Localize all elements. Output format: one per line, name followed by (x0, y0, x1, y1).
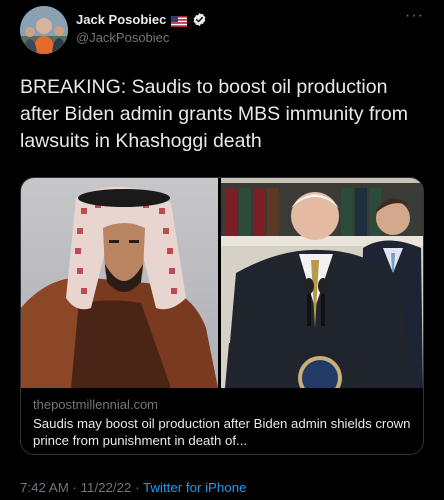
meta-separator: · (135, 480, 140, 495)
display-name[interactable]: Jack Posobiec (76, 12, 166, 27)
us-flag-icon (171, 14, 188, 27)
tweet-time[interactable]: 7:42 AM (20, 480, 69, 495)
link-card[interactable]: thepostmillennial.com Saudis may boost o… (20, 177, 424, 455)
tweet-metadata: 7:42 AM · 11/22/22 · Twitter for iPhone (20, 480, 247, 495)
card-image-right (221, 178, 423, 388)
avatar[interactable] (20, 6, 68, 54)
verified-badge-icon (192, 12, 207, 27)
card-title: Saudis may boost oil production after Bi… (33, 416, 411, 448)
tweet-header: Jack Posobiec @JackPosobiec ··· (20, 6, 424, 58)
tweet-source-link[interactable]: Twitter for iPhone (143, 480, 246, 495)
card-image-left (21, 178, 218, 388)
tweet-date[interactable]: 11/22/22 (81, 480, 132, 495)
card-domain: thepostmillennial.com (33, 397, 159, 412)
more-options-icon[interactable]: ··· (405, 8, 424, 24)
meta-separator: · (72, 480, 77, 495)
handle[interactable]: @JackPosobiec (76, 30, 207, 45)
tweet-text: BREAKING: Saudis to boost oil production… (20, 76, 408, 152)
